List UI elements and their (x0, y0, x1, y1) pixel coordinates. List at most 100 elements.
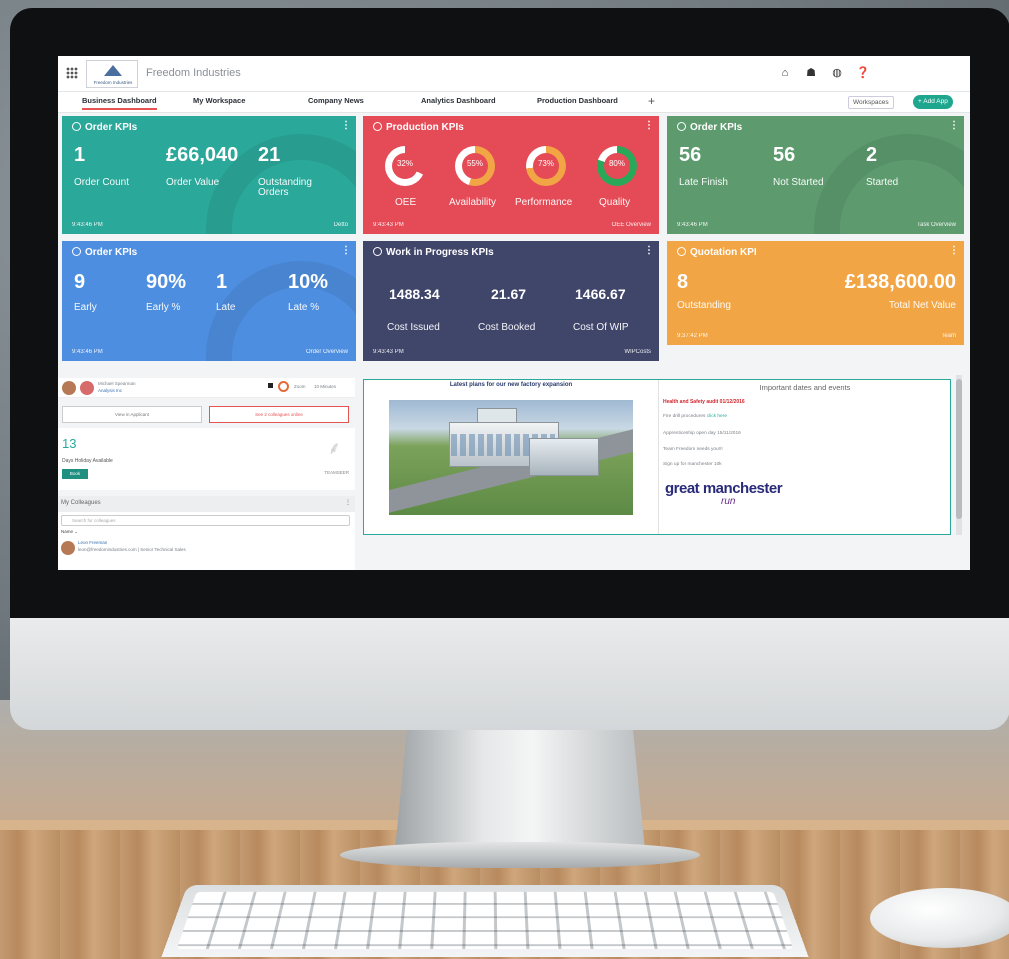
order-count-label: Order Count (74, 177, 130, 188)
early-value: 9 (74, 271, 86, 293)
card-menu-icon[interactable]: ⋮ (949, 245, 959, 256)
avatar[interactable] (62, 381, 76, 395)
event-alert: Health and Safety audit 01/12/2016 (663, 399, 745, 405)
factory-plans-title: Latest plans for our new factory expansi… (449, 382, 573, 388)
cost-issued-value: 1488.34 (389, 286, 440, 302)
holiday-widget: 13 Days Holiday Available Book ⸙ TEAMSEE… (58, 428, 355, 490)
colleagues-menu-icon[interactable]: ⋮ (345, 499, 351, 506)
card-menu-icon[interactable]: ⋮ (949, 120, 959, 131)
colleague-detail: leon@freedomindustries.com | Senior Tech… (78, 547, 186, 552)
outstanding-quotes-value: 8 (677, 271, 689, 293)
card-title: Order KPIs (72, 122, 137, 133)
late-finish-value: 56 (679, 144, 702, 166)
people-panel: Michael Spearman Analysis Inc Zoom 10 Mi… (58, 372, 355, 570)
help-icon[interactable]: ❓ (856, 65, 870, 81)
main-scrollbar[interactable] (956, 375, 962, 535)
quotation-kpi-card: Quotation KPI ⋮ 8 Outstanding £138,600.0… (667, 241, 964, 345)
card-timestamp: 9:43:43 PM (373, 222, 404, 228)
started-label: Started (866, 177, 899, 188)
total-net-value-label: Total Net Value (888, 300, 956, 311)
order-kpis-card-1: Order KPIs ⋮ 1 Order Count £66,040 Order… (62, 116, 356, 234)
performance-label: Performance (515, 197, 573, 208)
app-grid-icon[interactable] (66, 67, 78, 79)
card-timestamp: 9:37:42 PM (677, 333, 708, 339)
card-timestamp: 9:43:46 PM (72, 222, 103, 228)
late-finish-label: Late Finish (679, 177, 728, 188)
holiday-label: Days Holiday Available (62, 458, 113, 464)
card-menu-icon[interactable]: ⋮ (341, 245, 351, 256)
home-icon[interactable]: ⌂ (778, 65, 792, 81)
order-kpis-card-3: Order KPIs ⋮ 56 Late Finish 56 Not Start… (667, 116, 964, 234)
tab-bar: Business Dashboard My Workspace Company … (58, 92, 970, 113)
company-logo[interactable]: Freedom Industries (86, 60, 138, 88)
order-count-value: 1 (74, 144, 86, 166)
events-panel: Important dates and events Health and Sa… (658, 380, 952, 534)
teamseer-label: TEAMSEER (324, 470, 349, 475)
cost-of-wip-value: 1466.67 (575, 286, 626, 302)
events-title: Important dates and events (759, 383, 851, 392)
wip-kpis-card: Work in Progress KPIs ⋮ 1488.34 Cost Iss… (363, 241, 659, 361)
performance-donut: 73% (526, 146, 566, 186)
great-manchester-run-logo[interactable]: great manchester run (663, 478, 803, 512)
card-link[interactable]: OEE Overview (612, 222, 651, 228)
add-tab-button[interactable]: + (648, 94, 655, 108)
tab-company-news[interactable]: Company News (308, 96, 364, 105)
workspaces-button[interactable]: Workspaces (848, 96, 894, 109)
colleague-avatar[interactable] (61, 541, 75, 555)
avatar[interactable] (80, 381, 94, 395)
card-link[interactable]: WIPCosts (624, 349, 651, 355)
monitor-stand-base (340, 842, 700, 868)
person-name: Michael Spearman (98, 381, 136, 386)
card-title: Order KPIs (677, 122, 742, 133)
outstanding-orders-label: Outstanding Orders (258, 177, 312, 198)
tab-production-dashboard[interactable]: Production Dashboard (537, 96, 618, 105)
card-menu-icon[interactable]: ⋮ (341, 120, 351, 131)
early-pct-value: 90% (146, 271, 187, 293)
card-link[interactable]: Detto (334, 222, 348, 228)
cost-issued-label: Cost Issued (387, 322, 440, 333)
status-text: Zoom (294, 384, 306, 389)
started-value: 2 (866, 144, 878, 166)
card-menu-icon[interactable]: ⋮ (644, 245, 654, 256)
outstanding-orders-value: 21 (258, 144, 281, 166)
production-kpis-card: Production KPIs ⋮ 32% 55% 73% 80% OEE Av… (363, 116, 659, 234)
colleagues-online-button[interactable]: See 2 colleagues online (209, 406, 349, 423)
availability-label: Availability (449, 197, 497, 208)
event-link[interactable]: click here (707, 414, 727, 419)
card-timestamp: 9:43:43 PM (373, 349, 404, 355)
view-applicant-button[interactable]: View in Applicant (62, 406, 202, 423)
card-title: Production KPIs (373, 122, 464, 133)
oee-label: OEE (395, 197, 417, 208)
add-app-button[interactable]: + Add App (913, 95, 953, 109)
factory-rendering-image (389, 400, 633, 515)
video-icon[interactable] (268, 383, 273, 388)
order-kpis-card-2: Order KPIs ⋮ 9 Early 90% Early % 1 Late … (62, 241, 356, 361)
top-icons: ⌂ ☗ ◍ ❓ (778, 65, 870, 81)
event-item: Team Freedom needs you!!! (663, 447, 723, 452)
card-link[interactable]: Task Overview (917, 222, 956, 228)
colleague-search-input[interactable]: Search for colleagues (61, 515, 350, 526)
card-menu-icon[interactable]: ⋮ (644, 120, 654, 131)
cost-of-wip-label: Cost Of WIP (573, 322, 629, 333)
tab-business-dashboard[interactable]: Business Dashboard (82, 96, 157, 110)
tab-my-workspace[interactable]: My Workspace (193, 96, 245, 105)
colleague-name[interactable]: Leon Freeman (78, 540, 107, 545)
card-link[interactable]: Team (941, 333, 956, 339)
globe-icon[interactable]: ◍ (830, 65, 844, 81)
not-started-value: 56 (773, 144, 796, 166)
early-pct-label: Early % (146, 302, 181, 313)
dashboard-screen: Freedom Industries Freedom Industries ⌂ … (58, 56, 970, 570)
card-timestamp: 9:43:46 PM (72, 349, 103, 355)
people-icon[interactable]: ☗ (804, 65, 818, 81)
name-column-header[interactable]: Name ⌄ (61, 529, 78, 535)
order-value-value: £66,040 (166, 144, 239, 166)
quality-donut: 80% (597, 146, 637, 186)
book-holiday-button[interactable]: Book (62, 469, 88, 479)
card-link[interactable]: Order Overview (306, 349, 348, 355)
tab-analytics-dashboard[interactable]: Analytics Dashboard (421, 96, 496, 105)
colleagues-widget: My Colleagues ⋮ Search for colleagues Nam… (58, 496, 355, 570)
card-title: Order KPIs (72, 247, 137, 258)
card-timestamp: 9:43:46 PM (677, 222, 708, 228)
late-pct-value: 10% (288, 271, 329, 293)
palm-tree-icon: ⸙ (327, 438, 342, 458)
